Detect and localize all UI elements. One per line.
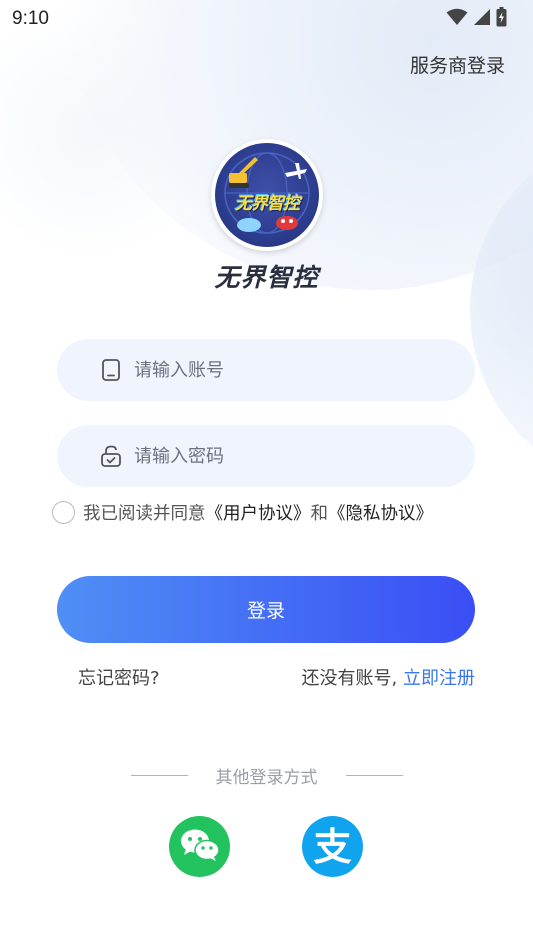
status-bar: 9:10	[0, 0, 533, 38]
signal-icon	[473, 8, 491, 30]
divider-line-left	[130, 775, 188, 776]
phone-icon	[100, 359, 122, 381]
password-field[interactable]	[57, 425, 475, 487]
logo-text: 无界智控	[235, 194, 300, 214]
register-row: 还没有账号, 立即注册	[302, 664, 475, 690]
wechat-icon	[180, 828, 220, 866]
agreement-row: 我已阅读并同意 《用户协议》 和 《隐私协议》	[52, 500, 492, 525]
agreement-checkbox[interactable]	[52, 501, 75, 524]
other-login-label: 其他登录方式	[215, 768, 318, 788]
password-input[interactable]	[134, 445, 434, 467]
status-icons	[446, 7, 507, 31]
lock-icon	[100, 445, 122, 467]
alipay-icon: 支	[313, 824, 352, 869]
battery-icon	[496, 7, 507, 31]
provider-login-link[interactable]: 服务商登录	[410, 51, 505, 78]
wechat-login-button[interactable]	[169, 816, 230, 877]
agreement-prefix: 我已阅读并同意	[83, 504, 206, 524]
login-button[interactable]: 登录	[57, 576, 475, 643]
privacy-policy-link[interactable]: 《隐私协议》	[328, 500, 433, 525]
app-logo: 无界智控	[211, 139, 323, 251]
forgot-password-link[interactable]: 忘记密码?	[78, 664, 160, 690]
status-time: 9:10	[12, 8, 49, 29]
account-field[interactable]	[57, 339, 475, 401]
account-input[interactable]	[134, 359, 434, 381]
register-link[interactable]: 立即注册	[403, 668, 475, 689]
wifi-icon	[446, 8, 468, 30]
logo-emblem: 无界智控	[215, 143, 319, 247]
no-account-text: 还没有账号,	[301, 668, 398, 689]
other-login-divider: 其他登录方式	[0, 763, 533, 788]
user-agreement-link[interactable]: 《用户协议》	[206, 500, 311, 525]
divider-line-right	[345, 775, 403, 776]
app-name: 无界智控	[214, 263, 319, 292]
alipay-login-button[interactable]: 支	[302, 816, 363, 877]
agreement-conjunction: 和	[310, 504, 329, 524]
